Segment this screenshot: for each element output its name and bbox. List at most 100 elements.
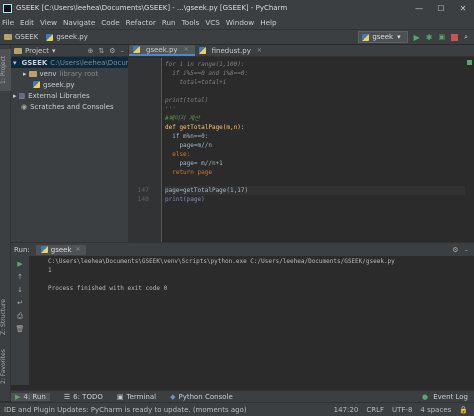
run-panel-label: Run:: [14, 245, 30, 254]
project-panel-title[interactable]: Project: [25, 47, 49, 55]
minimize-button[interactable]: —: [408, 4, 430, 13]
file-encoding[interactable]: UTF-8: [392, 406, 412, 414]
line-number-gutter: 147 148: [129, 58, 162, 242]
menu-view[interactable]: View: [40, 18, 57, 27]
todo-icon: ☰: [63, 392, 71, 401]
close-icon[interactable]: ✕: [184, 46, 189, 53]
menu-tools[interactable]: Tools: [182, 18, 200, 27]
console-line: 1: [48, 267, 52, 274]
menu-bar: File Edit View Navigate Code Refactor Ru…: [0, 16, 474, 29]
indent-setting[interactable]: 4 spaces: [420, 406, 451, 414]
bottom-tab-terminal[interactable]: ▣ Terminal: [113, 393, 156, 401]
tree-item-venv[interactable]: ▸ venv library root: [11, 68, 128, 79]
breadcrumb-file[interactable]: gseek.py: [46, 33, 88, 41]
caret-position[interactable]: 147:20: [334, 406, 359, 414]
menu-navigate[interactable]: Navigate: [63, 18, 95, 27]
run-tab-gseek[interactable]: gseek ✕: [35, 244, 86, 255]
menu-edit[interactable]: Edit: [20, 18, 34, 27]
tree-item-gseek-py[interactable]: gseek.py: [11, 79, 128, 90]
event-log-icon: ●: [421, 392, 428, 401]
menu-window[interactable]: Window: [226, 18, 254, 27]
tool-tab-favorites[interactable]: 2: Favorites: [0, 345, 11, 389]
search-icon[interactable]: ⌕: [464, 33, 468, 42]
coverage-icon[interactable]: ▣: [438, 33, 445, 41]
locate-icon[interactable]: ⊕: [87, 47, 93, 55]
tool-tab-structure[interactable]: Z: Structure: [0, 295, 11, 339]
close-icon[interactable]: ✕: [76, 246, 81, 253]
menu-refactor[interactable]: Refactor: [126, 18, 156, 27]
breadcrumb-file-label: gseek.py: [56, 33, 88, 41]
library-icon: ▥: [18, 91, 26, 100]
tree-item-label: Scratches and Consoles: [30, 102, 114, 111]
breadcrumb-project[interactable]: GSEEK: [4, 33, 38, 41]
collapse-icon[interactable]: ⇅: [98, 47, 104, 55]
code-line: ''': [165, 106, 176, 113]
wrap-icon[interactable]: ↵: [15, 299, 25, 308]
gear-icon[interactable]: ⚙: [452, 246, 458, 254]
trash-icon[interactable]: 🗑: [15, 325, 25, 334]
inspection-ok-icon[interactable]: [467, 60, 472, 65]
bottom-tab-python-console[interactable]: ◆ Python Console: [166, 393, 233, 401]
window-title: GSEEK [C:\Users\leehea\Documents\GSEEK] …: [16, 4, 288, 12]
gear-icon[interactable]: ⚙: [109, 47, 115, 55]
code-line: def getTotalPage(m,n):: [165, 124, 245, 131]
tree-item-scratches[interactable]: ◉ Scratches and Consoles: [11, 101, 128, 112]
menu-vcs[interactable]: VCS: [205, 18, 220, 27]
maximize-button[interactable]: ☐: [430, 4, 452, 13]
folder-icon: [4, 34, 12, 40]
code-line: print(page): [165, 196, 205, 203]
tree-item-external-libraries[interactable]: ▸ ▥ External Libraries: [11, 90, 128, 101]
bottom-tab-todo[interactable]: ☰ 6: TODO: [60, 393, 103, 401]
tool-tab-project[interactable]: 1: Project: [0, 49, 11, 91]
arrow-down-icon[interactable]: ↓: [15, 286, 25, 295]
stop-icon[interactable]: [451, 33, 459, 41]
hide-icon[interactable]: –: [121, 47, 125, 55]
menu-help[interactable]: Help: [260, 18, 276, 27]
close-button[interactable]: ✕: [452, 4, 474, 13]
close-icon[interactable]: ✕: [257, 47, 262, 54]
hide-icon[interactable]: –: [465, 246, 469, 254]
print-icon[interactable]: ⎙: [15, 312, 25, 321]
editor-tabs: gseek.py ✕ finedust.py ✕: [129, 45, 474, 57]
code-line: page=m//n: [165, 142, 212, 149]
code-editor[interactable]: for i in range(1,100): if i%5==0 and i%8…: [165, 58, 474, 242]
event-log-button[interactable]: ● Event Log: [422, 393, 474, 401]
menu-code[interactable]: Code: [101, 18, 119, 27]
tab-finedust-py[interactable]: finedust.py ✕: [195, 45, 268, 56]
code-line: return page: [165, 169, 212, 176]
bottom-tab-run[interactable]: ▶ 4: Run: [11, 392, 50, 401]
lock-icon[interactable]: 🔒: [459, 406, 468, 414]
terminal-icon: ▣: [116, 392, 124, 401]
run-console[interactable]: C:\Users\leehea\Documents\GSEEK\venv\Scr…: [29, 256, 474, 385]
python-file-icon: [133, 46, 140, 53]
line-number: 148: [137, 196, 149, 203]
python-file-icon: [362, 33, 370, 41]
tree-item-label: GSEEK: [21, 58, 48, 67]
chevron-right-icon: ▸: [13, 91, 17, 100]
tab-label: finedust.py: [211, 46, 251, 55]
left-tool-strip: 1: Project Z: Structure 2: Favorites: [0, 45, 11, 401]
tree-item-label: External Libraries: [28, 91, 90, 100]
chevron-down-icon[interactable]: ▾: [52, 47, 56, 55]
tab-gseek-py[interactable]: gseek.py ✕: [129, 45, 195, 56]
title-bar: GSEEK [C:\Users\leehea\Documents\GSEEK] …: [0, 0, 474, 16]
tree-item-gseek[interactable]: ▾ GSEEK C:\Users\leehea\Documents\GSEEK: [11, 57, 128, 68]
project-panel-header: Project ▾ ⊕ ⇅ ⚙ –: [11, 45, 128, 57]
line-number: 147: [137, 187, 149, 194]
arrow-up-icon[interactable]: ↑: [15, 273, 25, 282]
menu-run[interactable]: Run: [162, 18, 176, 27]
menu-file[interactable]: File: [2, 18, 14, 27]
bottom-tool-tabs: ▶ 4: Run ☰ 6: TODO ▣ Terminal ◆ Python C…: [11, 390, 474, 402]
tree-item-label: gseek.py: [43, 80, 75, 89]
run-icon: ▶: [15, 392, 21, 401]
debug-icon[interactable]: ✱: [426, 33, 433, 42]
rerun-icon[interactable]: ▶: [15, 260, 25, 269]
bottom-tab-label: 4: Run: [23, 392, 46, 401]
status-bar: IDE and Plugin Updates: PyCharm is ready…: [0, 402, 474, 416]
status-message[interactable]: IDE and Plugin Updates: PyCharm is ready…: [4, 406, 247, 414]
line-separator[interactable]: CRLF: [366, 406, 384, 414]
run-toolbar: ▶ ↑ ↓ ↵ ⎙ 🗑: [11, 256, 29, 385]
run-icon[interactable]: ▶: [414, 33, 420, 42]
run-config-selector[interactable]: gseek ▾: [358, 31, 408, 43]
